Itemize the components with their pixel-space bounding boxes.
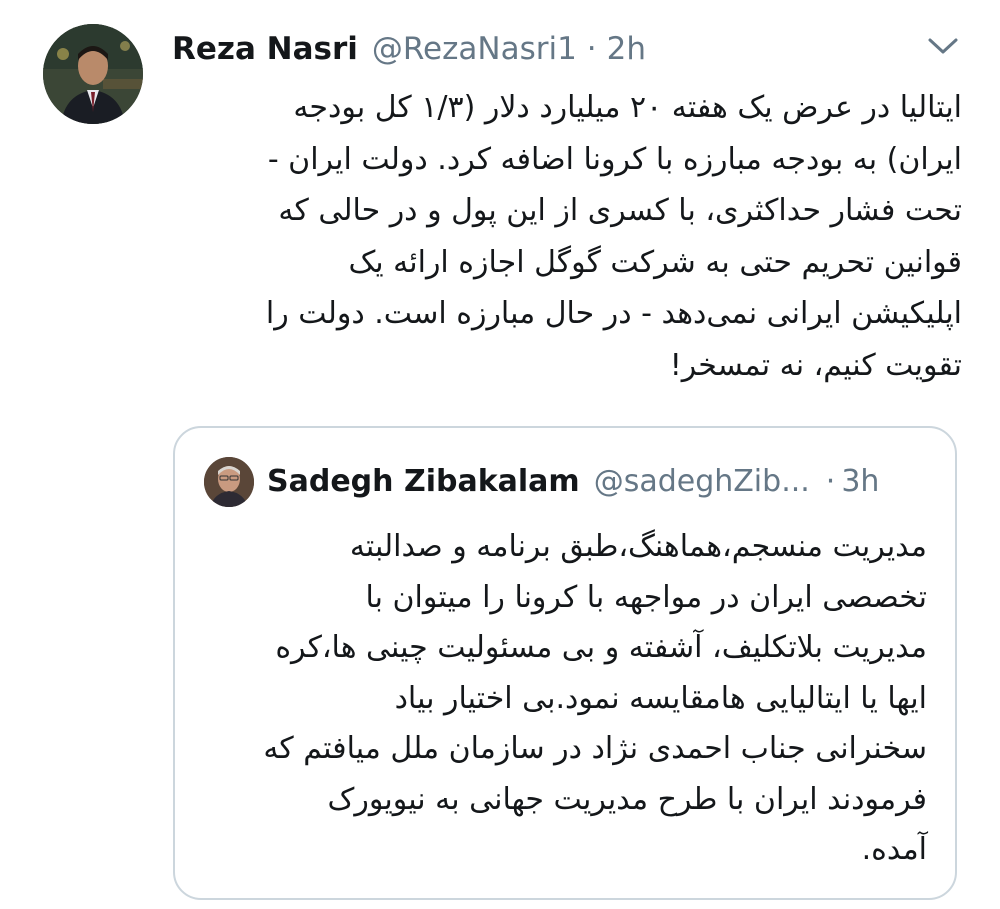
quoted-author-handle[interactable]: @sadeghZib... [594, 464, 810, 499]
quoted-separator-dot: · [825, 463, 836, 499]
quoted-timestamp[interactable]: 3h [841, 464, 879, 499]
avatar[interactable] [43, 24, 143, 124]
separator-dot: · [586, 31, 597, 67]
author-handle[interactable]: @RezaNasri1 [372, 31, 577, 67]
tweet-text-line: ایتالیا در عرض یک هفته ۲۰ میلیارد دلار (… [293, 90, 962, 125]
tweet-text: ایتالیا در عرض یک هفته ۲۰ میلیارد دلار (… [172, 82, 962, 391]
tweet-text-line: اپلیکیشن ایرانی نمی‌دهد - در حال مبارزه … [265, 296, 962, 331]
tweet-text-line: ایران) به بودجه مبارزه با کرونا اضافه کر… [267, 141, 962, 177]
avatar-image [43, 24, 143, 124]
tweet-text-line: قوانین تحریم حتی به شرکت گوگل اجازه ارائ… [348, 244, 962, 280]
quoted-avatar-image [204, 457, 254, 507]
quoted-text-line: مدیریت منسجم،هماهنگ،طبق برنامه و صدالبته [349, 529, 927, 564]
quoted-tweet[interactable]: Sadegh Zibakalam @sadeghZib... · 3h مدیر… [173, 426, 957, 900]
tweet[interactable]: Reza Nasri @RezaNasri1 · 2h ایتالیا در ع… [0, 0, 1000, 909]
quoted-text-line: آمده. [861, 832, 927, 867]
quoted-text: مدیریت منسجم،هماهنگ،طبق برنامه و صدالبته… [205, 522, 927, 876]
tweet-timestamp[interactable]: 2h [607, 31, 646, 67]
quoted-text-line: فرمودند ایران با طرح مدیریت جهانی به نیو… [327, 781, 927, 817]
quoted-text-line: ایها یا ایتالیایی هامقایسه نمود.بی اختیا… [394, 680, 927, 716]
tweet-text-line: تقویت کنیم، نه تمسخر! [669, 347, 962, 383]
quoted-author-name[interactable]: Sadegh Zibakalam [267, 464, 580, 499]
quoted-text-line: مدیریت بلاتکلیف، آشفته و بی مسئولیت چینی… [275, 630, 927, 665]
tweet-header: Reza Nasri @RezaNasri1 · 2h [172, 26, 646, 72]
chevron-down-icon[interactable] [925, 32, 961, 60]
quoted-avatar[interactable] [204, 457, 254, 507]
tweet-text-line: تحت فشار حداکثری، با کسری از این پول و د… [278, 193, 962, 228]
author-name[interactable]: Reza Nasri [172, 31, 358, 67]
quoted-text-line: سخنرانی جناب احمدی نژاد در سازمان ملل می… [263, 731, 927, 766]
quoted-text-line: تخصصی ایران در مواجهه با کرونا را میتوان… [365, 579, 927, 615]
quoted-header: Sadegh Zibakalam @sadeghZib... · 3h [267, 458, 879, 504]
